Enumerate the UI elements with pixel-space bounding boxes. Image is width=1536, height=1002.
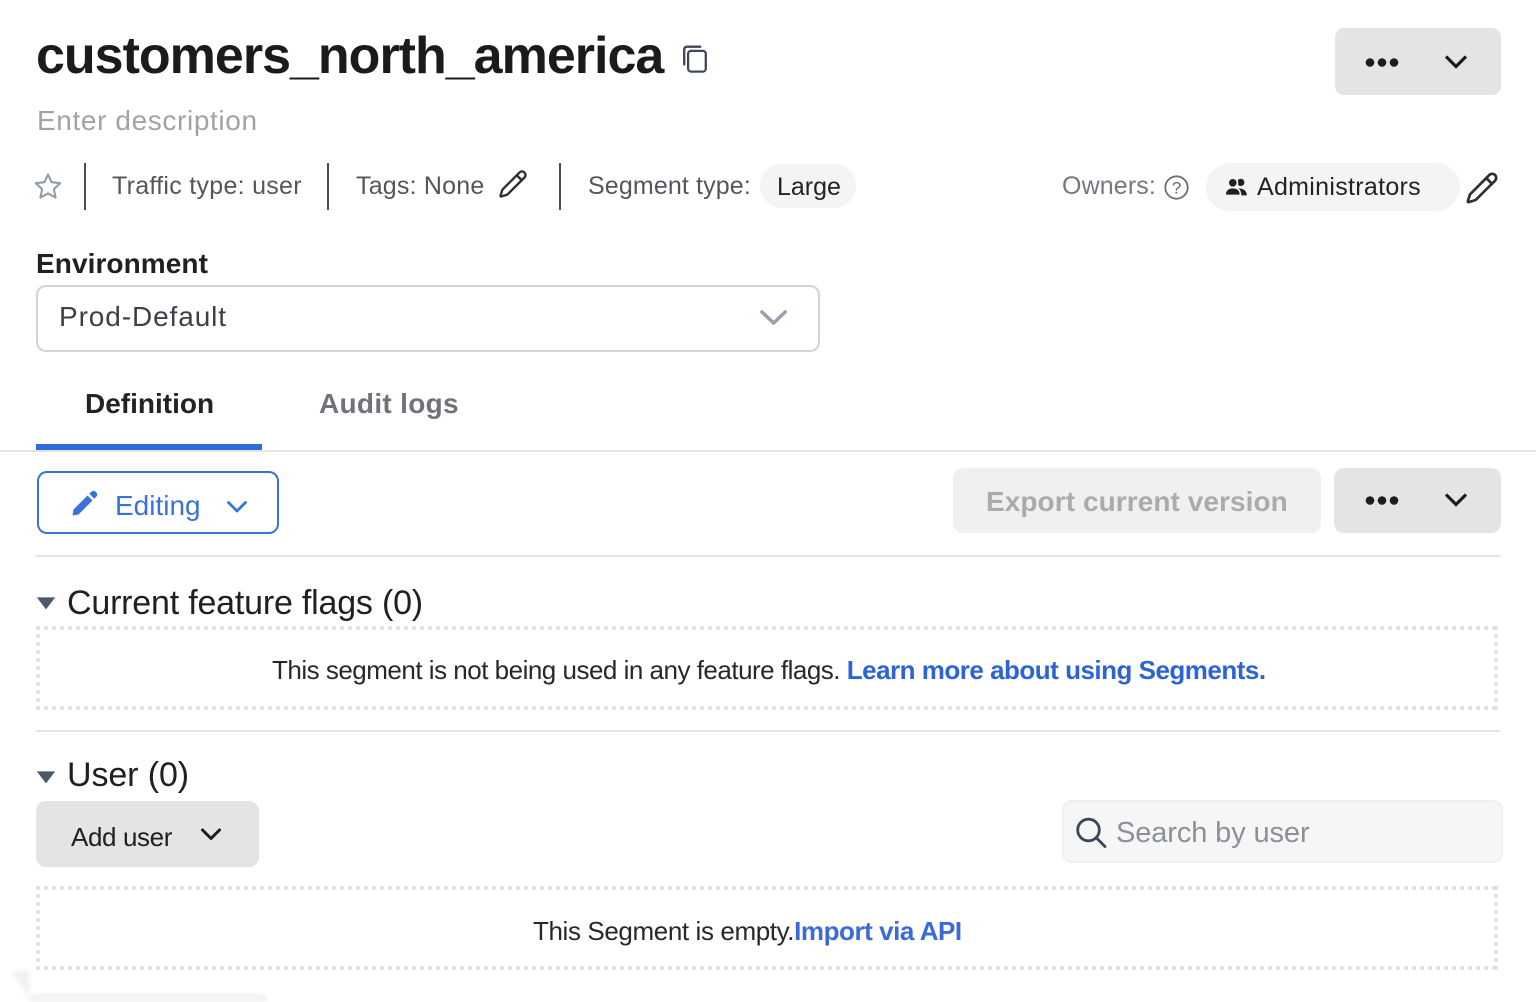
svg-text:?: ? xyxy=(1172,179,1181,197)
